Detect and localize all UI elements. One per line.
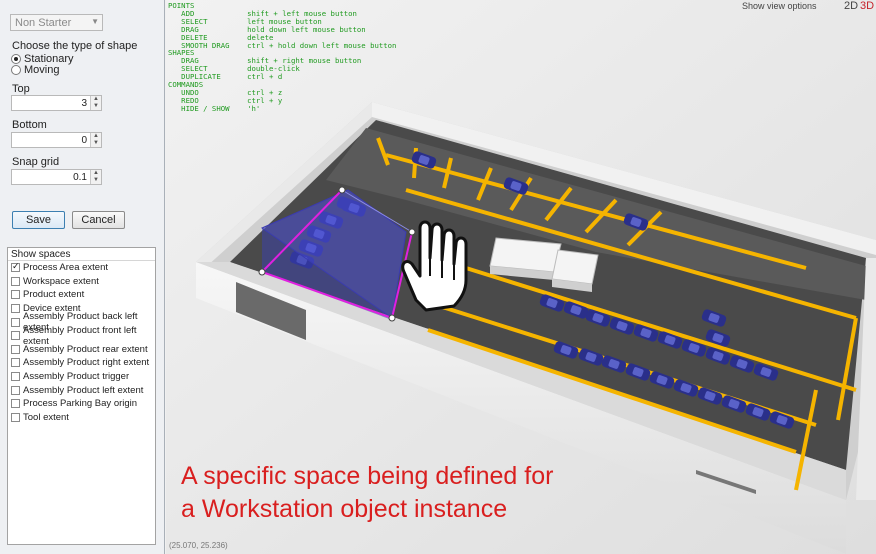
radio-moving-label: Moving xyxy=(24,64,60,76)
space-item[interactable]: Assembly Product rear extent xyxy=(8,343,155,357)
space-label: Assembly Product left extent xyxy=(23,384,144,396)
caption-annotation: A specific space being defined for a Wor… xyxy=(181,460,553,526)
space-item[interactable]: Tool extent xyxy=(8,411,155,425)
cancel-button[interactable]: Cancel xyxy=(72,211,125,229)
space-label: Tool extent xyxy=(23,411,69,423)
space-checkbox[interactable] xyxy=(11,399,20,409)
space-item[interactable]: Assembly Product left extent xyxy=(8,383,155,397)
vertex-handle[interactable] xyxy=(408,228,416,236)
space-label: Workspace extent xyxy=(23,275,99,287)
space-checkbox[interactable] xyxy=(11,412,20,422)
keyboard-shortcuts-help: POINTS ADD shift + left mouse button SEL… xyxy=(168,1,397,113)
space-checkbox[interactable] xyxy=(11,358,20,368)
caption-line-2: a Workstation object instance xyxy=(181,495,508,523)
vertex-handle[interactable] xyxy=(388,314,396,322)
object-type-dropdown[interactable]: Non Starter ▼ xyxy=(10,14,103,31)
space-checkbox[interactable] xyxy=(11,261,20,273)
spaces-rows: Process Area extentWorkspace extent Produ… xyxy=(8,261,155,424)
shape-type-label: Choose the type of shape xyxy=(12,40,138,52)
space-label: Product extent xyxy=(23,289,85,301)
space-label: Process Parking Bay origin xyxy=(23,398,138,410)
radio-stationary-dot[interactable] xyxy=(11,54,21,64)
left-panel: Non Starter ▼ Choose the type of shape S… xyxy=(0,0,165,554)
space-checkbox[interactable] xyxy=(11,372,20,382)
3d-viewport[interactable]: POINTS ADD shift + left mouse button SEL… xyxy=(166,0,876,554)
snap-grid-spinner[interactable]: 0.1 ▲ ▼ xyxy=(11,169,102,185)
save-button[interactable]: Save xyxy=(12,211,65,229)
space-item[interactable]: Process Area extent xyxy=(8,261,155,275)
chevron-down-icon: ▼ xyxy=(91,17,99,26)
space-checkbox[interactable] xyxy=(11,344,20,354)
space-label: Process Area extent xyxy=(23,262,109,274)
snap-grid-value: 0.1 xyxy=(73,172,87,183)
cursor-coordinates: (25.070, 25.236) xyxy=(169,541,228,550)
spinner-arrows-icon[interactable]: ▲ ▼ xyxy=(90,170,101,184)
space-label: Assembly Product trigger xyxy=(23,371,130,383)
space-item[interactable]: Process Parking Bay origin xyxy=(8,397,155,411)
vertex-handle[interactable] xyxy=(338,186,346,194)
show-spaces-header: Show spaces xyxy=(8,248,155,261)
bottom-label: Bottom xyxy=(12,119,47,131)
space-item[interactable]: Assembly Product front left extent xyxy=(8,325,155,347)
mode-3d-toggle[interactable]: 3D xyxy=(860,0,874,12)
space-item[interactable]: Assembly Product right extent xyxy=(8,356,155,370)
bottom-spinner[interactable]: 0 ▲ ▼ xyxy=(11,132,102,148)
space-checkbox[interactable] xyxy=(11,290,20,300)
space-item[interactable]: Product extent xyxy=(8,288,155,302)
bottom-value: 0 xyxy=(81,135,87,146)
caption-line-1: A specific space being defined for xyxy=(181,462,554,490)
radio-moving-dot[interactable] xyxy=(11,65,21,75)
top-value: 3 xyxy=(81,98,87,109)
mode-2d-toggle[interactable]: 2D xyxy=(844,0,858,12)
radio-moving[interactable]: Moving xyxy=(11,64,59,76)
space-checkbox[interactable] xyxy=(11,385,20,395)
space-item[interactable]: Workspace extent xyxy=(8,275,155,289)
vertex-handle[interactable] xyxy=(258,268,266,276)
spinner-arrows-icon[interactable]: ▲ ▼ xyxy=(90,96,101,110)
space-checkbox[interactable] xyxy=(11,317,20,327)
dropdown-value: Non Starter xyxy=(15,17,72,29)
space-label: Assembly Product right extent xyxy=(23,357,150,369)
space-checkbox[interactable] xyxy=(11,276,20,286)
top-label: Top xyxy=(12,83,30,95)
space-checkbox[interactable] xyxy=(11,331,20,341)
show-spaces-list: Show spaces Process Area extentWorkspace… xyxy=(7,247,156,545)
space-label: Assembly Product rear extent xyxy=(23,343,148,355)
show-view-options-link[interactable]: Show view options xyxy=(742,1,817,11)
spinner-arrows-icon[interactable]: ▲ ▼ xyxy=(90,133,101,147)
space-checkbox[interactable] xyxy=(11,304,20,314)
top-spinner[interactable]: 3 ▲ ▼ xyxy=(11,95,102,111)
snap-grid-label: Snap grid xyxy=(12,156,60,168)
space-item[interactable]: Assembly Product trigger xyxy=(8,370,155,384)
